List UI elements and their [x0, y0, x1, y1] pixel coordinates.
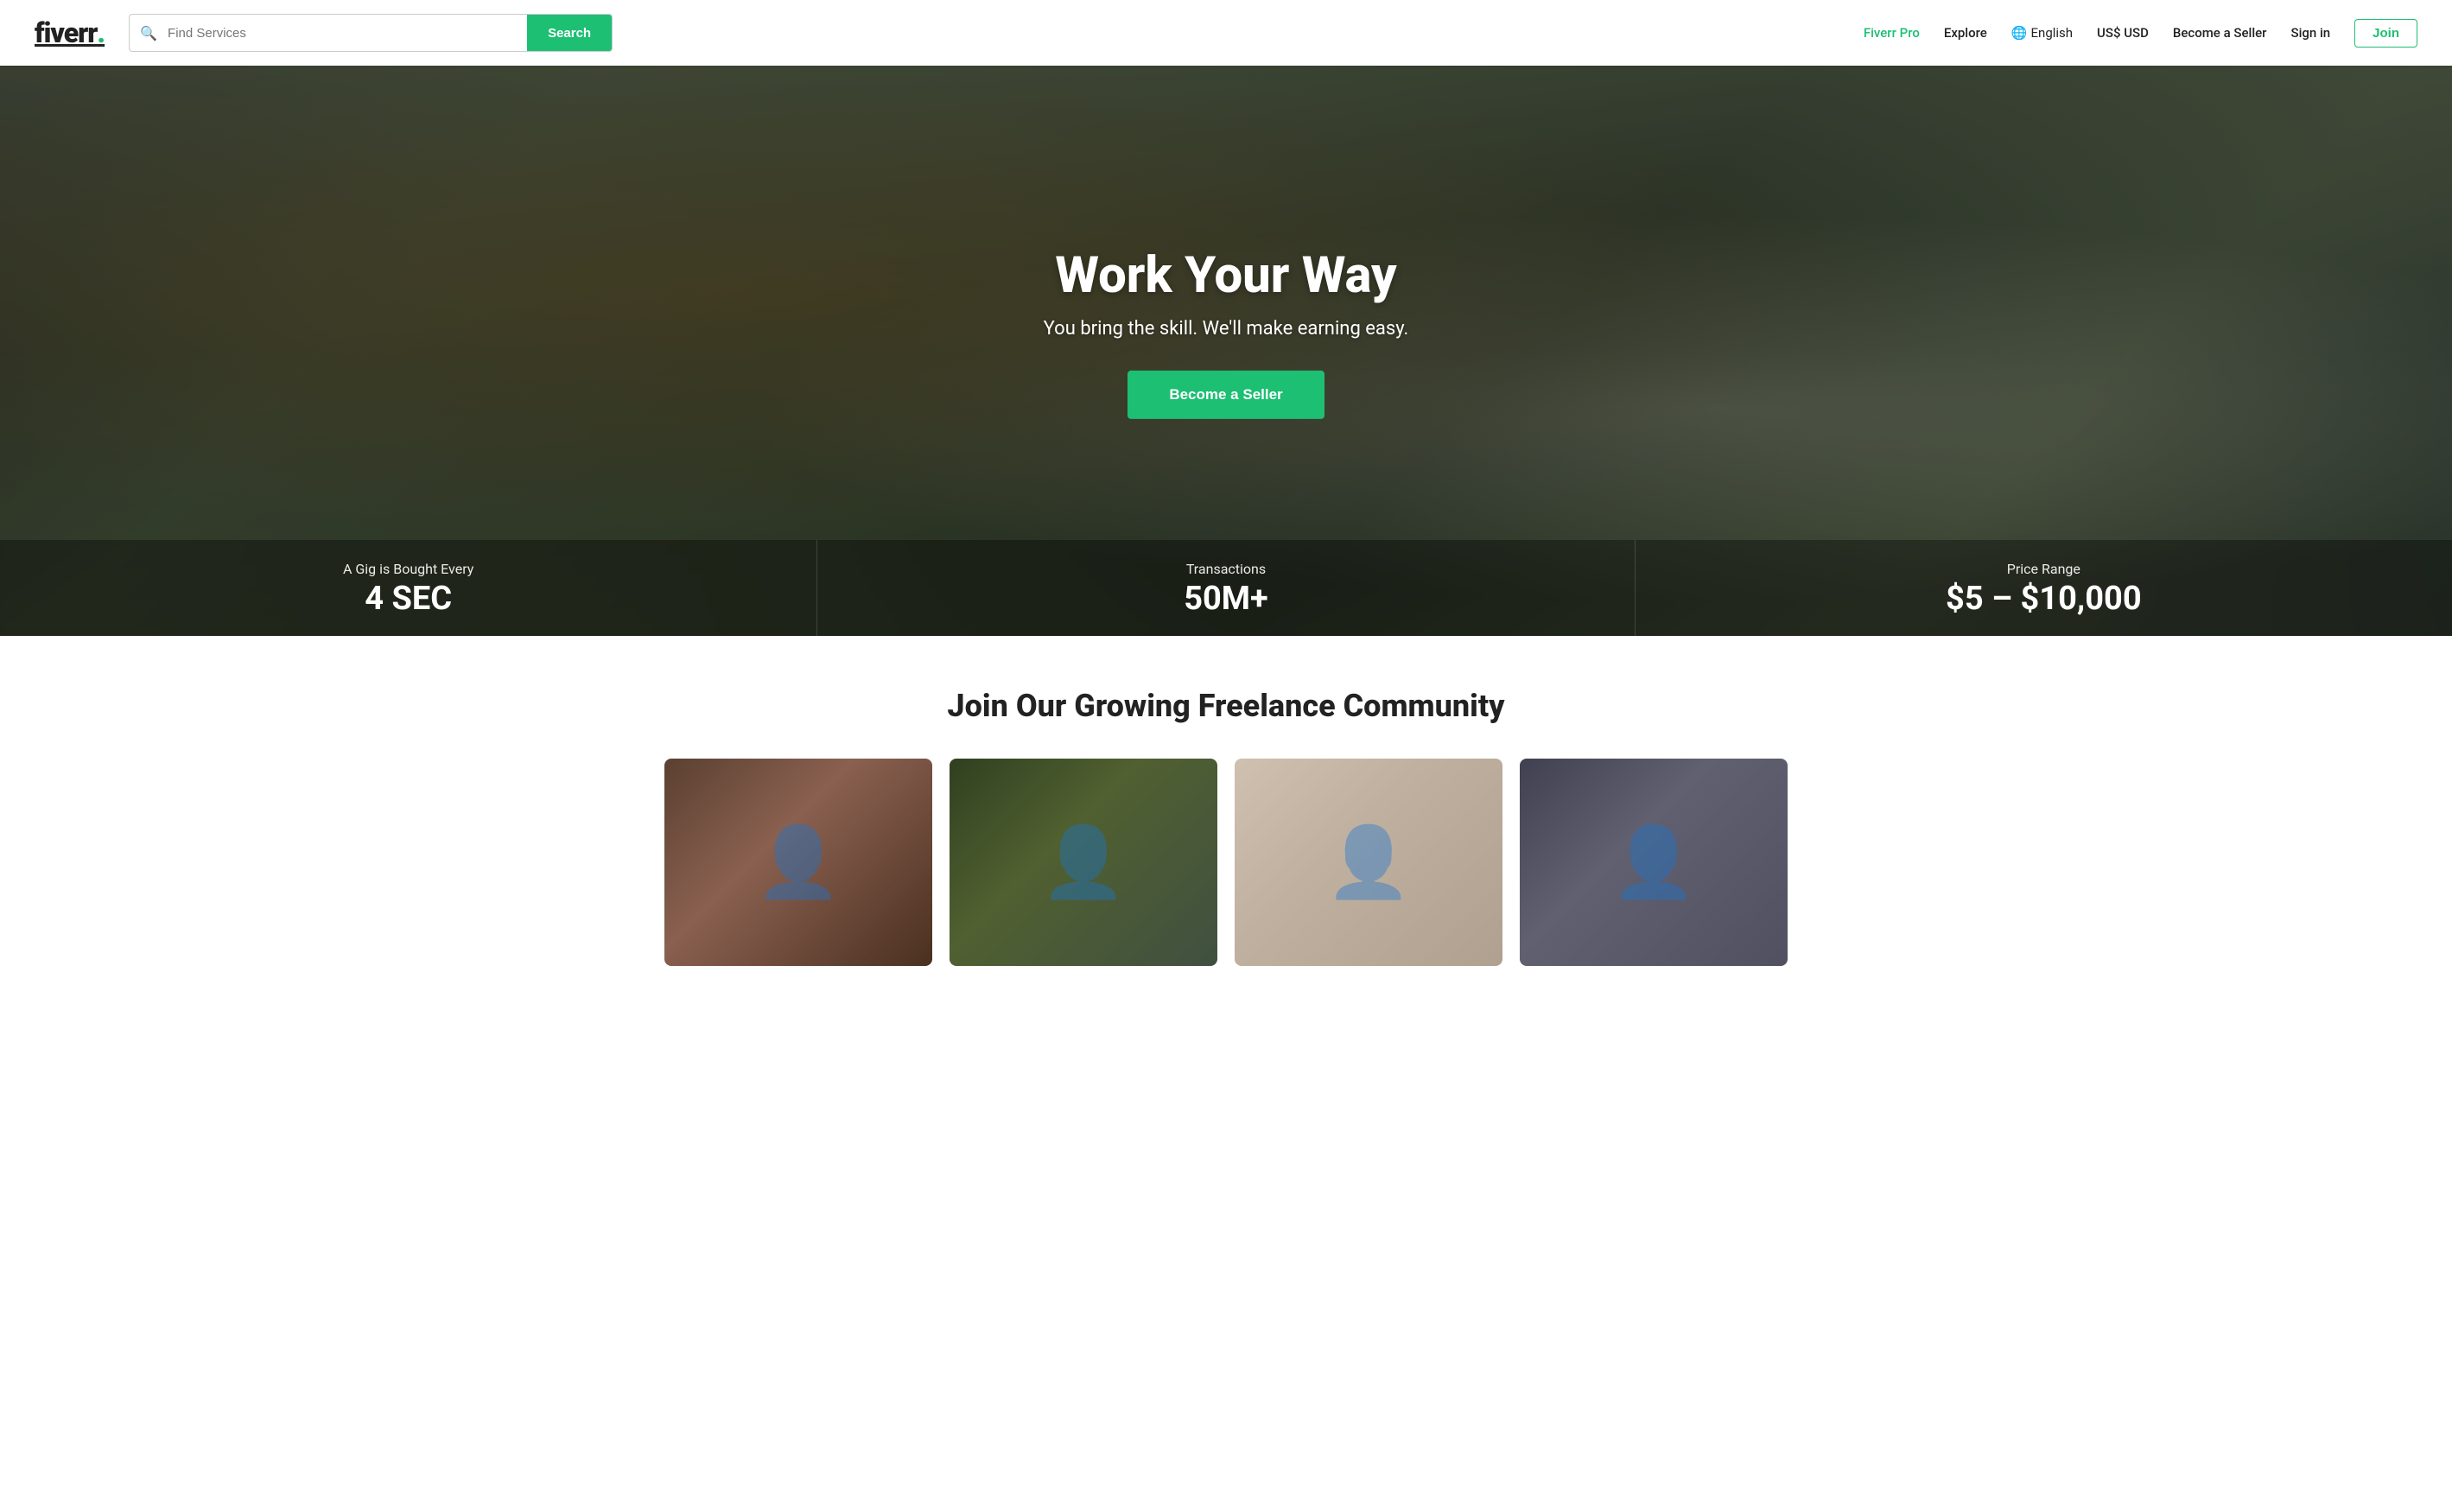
stat-gig-value: 4 SEC [17, 582, 799, 615]
hero-headline: Work Your Way [967, 249, 1485, 304]
nav-signin[interactable]: Sign in [2290, 25, 2330, 41]
search-input[interactable] [168, 26, 527, 41]
stat-price-label: Price Range [1653, 561, 2435, 577]
nav-links: Fiverr Pro Explore 🌐 English US$ USD Bec… [1864, 19, 2417, 48]
nav-currency[interactable]: US$ USD [2097, 25, 2149, 41]
stat-transactions-label: Transactions [835, 561, 1617, 577]
nav-explore[interactable]: Explore [1944, 25, 1987, 41]
navbar: fiverr. 🔍 Search Fiverr Pro Explore 🌐 En… [0, 0, 2452, 66]
hero-subheadline: You bring the skill. We'll make earning … [967, 318, 1485, 340]
nav-join-button[interactable]: Join [2354, 19, 2417, 48]
stat-transactions-value: 50M+ [835, 582, 1617, 615]
hero-cta-button[interactable]: Become a Seller [1128, 371, 1324, 419]
hero-content: Work Your Way You bring the skill. We'll… [967, 249, 1485, 419]
community-grid [664, 759, 1788, 966]
stat-price-value: $5 – $10,000 [1653, 582, 2435, 615]
community-card-2 [950, 759, 1217, 966]
stat-gig-label: A Gig is Bought Every [17, 561, 799, 577]
stat-item-price: Price Range $5 – $10,000 [1636, 540, 2452, 636]
community-card-4 [1520, 759, 1788, 966]
logo-text: fiverr [35, 16, 97, 49]
community-card-1 [664, 759, 932, 966]
search-icon: 🔍 [130, 25, 168, 41]
stat-item-gig: A Gig is Bought Every 4 SEC [0, 540, 817, 636]
nav-become-seller[interactable]: Become a Seller [2173, 25, 2267, 41]
logo[interactable]: fiverr. [35, 16, 105, 49]
community-heading: Join Our Growing Freelance Community [35, 688, 2417, 724]
logo-dot: . [97, 16, 105, 49]
nav-lang-label: English [2031, 25, 2074, 41]
nav-fiverr-pro[interactable]: Fiverr Pro [1864, 25, 1920, 41]
globe-icon: 🌐 [2011, 25, 2028, 41]
nav-language[interactable]: 🌐 English [2011, 25, 2073, 41]
community-card-3 [1235, 759, 1502, 966]
search-bar: 🔍 Search [129, 14, 613, 52]
hero-section: Work Your Way You bring the skill. We'll… [0, 66, 2452, 636]
stat-item-transactions: Transactions 50M+ [817, 540, 1635, 636]
search-button[interactable]: Search [527, 14, 612, 52]
stats-bar: A Gig is Bought Every 4 SEC Transactions… [0, 540, 2452, 636]
community-section: Join Our Growing Freelance Community [0, 636, 2452, 1001]
